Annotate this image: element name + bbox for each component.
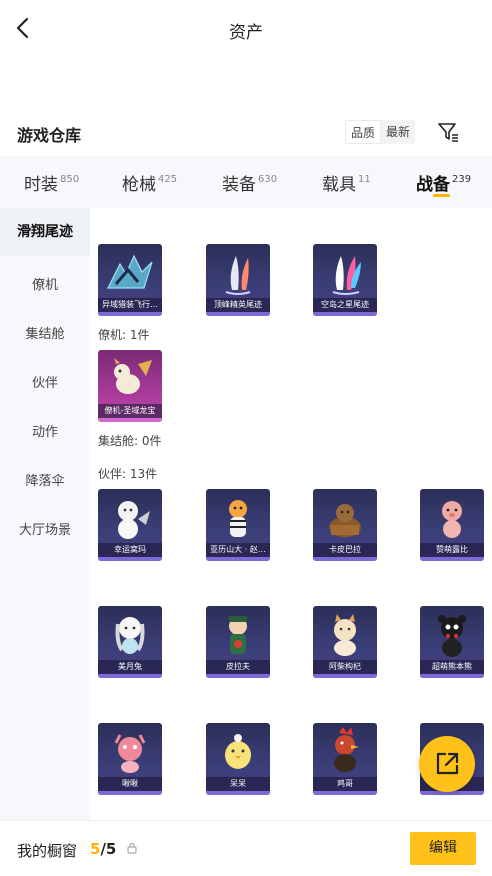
item-card[interactable]: 僚机-圣域龙宝	[98, 350, 162, 422]
tab-vehicles[interactable]: 载具 11	[322, 170, 371, 195]
showcase-count: 5/5	[90, 840, 117, 858]
rarity-bar	[206, 312, 270, 316]
sidebar-item-glide-trail[interactable]: 滑翔尾迹	[0, 208, 90, 256]
item-name: 鸡哥	[313, 777, 377, 791]
category-tabs: 时装 850 枪械 425 装备 630 载具 11 战备 239	[0, 156, 492, 208]
item-card[interactable]: 异域猎装飞行…	[98, 244, 162, 316]
partner-art-icon	[114, 734, 146, 773]
partner-art-icon	[438, 615, 466, 657]
sidebar-item-lobby-scene[interactable]: 大厅场景	[0, 519, 90, 538]
item-name: 啾啾	[98, 777, 162, 791]
showcase-label: 我的橱窗	[17, 842, 78, 860]
page-title: 资产	[229, 23, 263, 43]
rarity-bar	[206, 557, 270, 561]
rarity-bar	[420, 557, 484, 561]
trail-art-icon	[332, 256, 361, 295]
rarity-bar	[206, 791, 270, 795]
tab-guns[interactable]: 枪械 425	[122, 170, 177, 195]
partner-art-icon	[442, 501, 462, 538]
active-tab-indicator	[433, 194, 450, 197]
sidebar-item-parachute[interactable]: 降落伞	[0, 470, 90, 489]
partner-art-icon	[229, 500, 247, 537]
sort-toggle: 品质 最新	[345, 120, 416, 144]
sort-latest-button[interactable]: 最新	[381, 120, 415, 144]
sidebar: 滑翔尾迹 僚机 集结舱 伙伴 动作 降落伞 大厅场景	[0, 208, 90, 820]
item-card[interactable]: 鸡哥	[313, 723, 377, 795]
item-name: 赞萌露比	[420, 543, 484, 557]
item-card[interactable]: 空岛之星尾迹	[313, 244, 377, 316]
sidebar-item-action[interactable]: 动作	[0, 421, 90, 440]
showcase-bar: 我的橱窗 5/5 编辑	[0, 820, 492, 876]
tab-fashion[interactable]: 时装 850	[24, 170, 79, 195]
rarity-bar	[313, 791, 377, 795]
rarity-bar	[206, 674, 270, 678]
item-card[interactable]: 亚历山大 · 赵…	[206, 489, 270, 561]
tab-readiness[interactable]: 战备 239	[416, 170, 471, 195]
item-name: 亚历山大 · 赵…	[206, 543, 270, 557]
item-name: 呆呆	[206, 777, 270, 791]
item-card[interactable]: 啾啾	[98, 723, 162, 795]
section-wingman-count: 僚机: 1件	[98, 328, 150, 342]
partner-art-icon	[329, 504, 361, 537]
item-card[interactable]: 超萌熊本熊	[420, 606, 484, 678]
item-card[interactable]: 呆呆	[206, 723, 270, 795]
lock-icon	[127, 843, 137, 854]
warehouse-title: 游戏仓库	[17, 126, 82, 145]
partner-art-icon	[118, 501, 150, 539]
item-name: 卡皮巴拉	[313, 543, 377, 557]
rarity-bar	[313, 557, 377, 561]
section-pod-count: 集结舱: 0件	[98, 434, 162, 448]
item-name: 异域猎装飞行…	[98, 298, 162, 312]
top-bar: 资产	[0, 0, 492, 58]
share-button[interactable]	[419, 736, 475, 792]
item-name: 顶峰精英尾迹	[206, 298, 270, 312]
item-name: 美月兔	[98, 660, 162, 674]
rarity-bar	[98, 557, 162, 561]
rarity-bar	[420, 674, 484, 678]
sidebar-item-pod[interactable]: 集结舱	[0, 323, 90, 342]
sidebar-item-partner[interactable]: 伙伴	[0, 372, 90, 391]
trail-art-icon	[107, 254, 153, 289]
rarity-bar	[98, 418, 162, 422]
tab-equipment[interactable]: 装备 630	[222, 170, 277, 195]
partner-art-icon	[229, 616, 247, 654]
item-card[interactable]: 顶峰精英尾迹	[206, 244, 270, 316]
item-card[interactable]: 赞萌露比	[420, 489, 484, 561]
sort-quality-button[interactable]: 品质	[345, 120, 382, 144]
edit-button[interactable]: 编辑	[410, 832, 476, 865]
dragon-wingman-icon	[114, 358, 152, 394]
trail-art-icon	[225, 256, 251, 295]
item-card[interactable]: 阿柴构杞	[313, 606, 377, 678]
item-name: 超萌熊本熊	[420, 660, 484, 674]
partner-art-icon	[115, 617, 145, 654]
item-name: 皮拉夫	[206, 660, 270, 674]
rarity-bar	[313, 312, 377, 316]
rarity-bar	[98, 674, 162, 678]
warehouse-header: 游戏仓库 品质 最新	[0, 116, 492, 150]
share-icon	[436, 752, 459, 775]
partner-art-icon	[334, 614, 356, 656]
item-card[interactable]: 皮拉夫	[206, 606, 270, 678]
item-card[interactable]: 幸运窝玛	[98, 489, 162, 561]
item-card[interactable]: 美月兔	[98, 606, 162, 678]
rarity-bar	[313, 674, 377, 678]
partner-art-icon	[334, 727, 359, 772]
section-partner-count: 伙伴: 13件	[98, 467, 158, 481]
item-name: 僚机-圣域龙宝	[98, 404, 162, 418]
partner-art-icon	[225, 734, 251, 769]
rarity-bar	[98, 791, 162, 795]
item-grid: 异域猎装飞行… 顶峰精英尾迹 空岛之星尾迹 僚机: 1件 僚机-圣域龙宝 集结舱…	[90, 208, 492, 820]
item-name: 阿柴构杞	[313, 660, 377, 674]
sidebar-item-wingman[interactable]: 僚机	[0, 274, 90, 293]
item-card[interactable]: 卡皮巴拉	[313, 489, 377, 561]
item-name: 幸运窝玛	[98, 543, 162, 557]
filter-icon[interactable]	[436, 120, 460, 144]
rarity-bar	[98, 312, 162, 316]
item-name: 空岛之星尾迹	[313, 298, 377, 312]
